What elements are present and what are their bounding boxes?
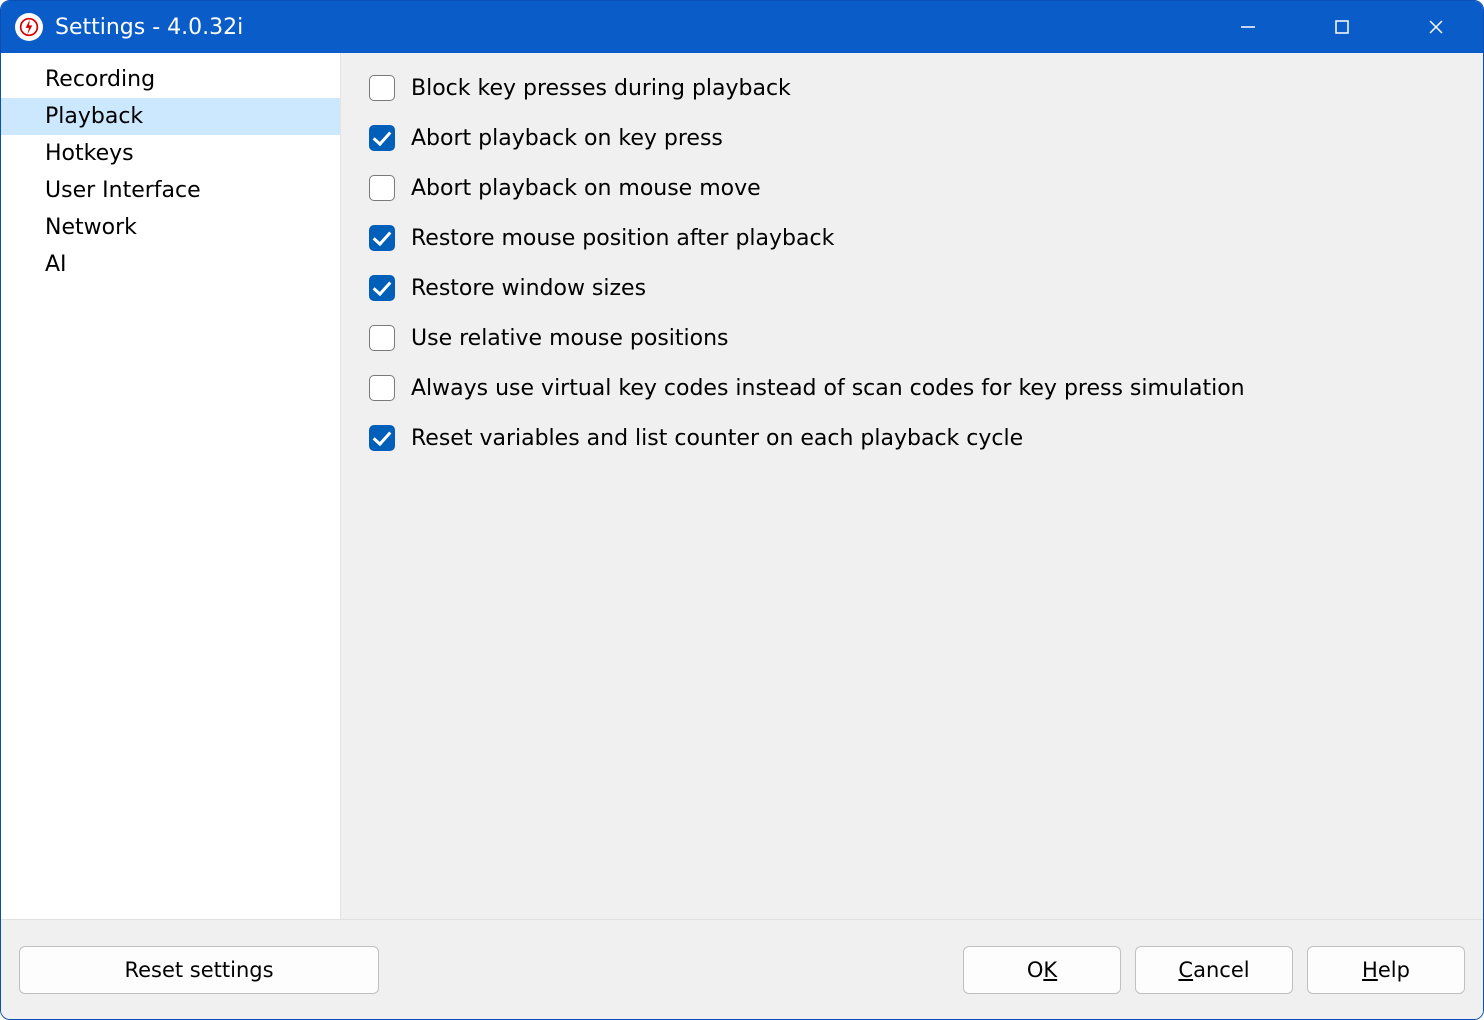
content-panel: Block key presses during playback Abort … [341, 53, 1483, 919]
option-relative-mouse: Use relative mouse positions [369, 325, 1455, 351]
option-label: Abort playback on key press [411, 126, 723, 151]
sidebar-item-hotkeys[interactable]: Hotkeys [1, 135, 340, 172]
option-abort-on-mouse: Abort playback on mouse move [369, 175, 1455, 201]
option-label: Reset variables and list counter on each… [411, 426, 1023, 451]
option-label: Block key presses during playback [411, 76, 791, 101]
sidebar-item-label: Hotkeys [45, 141, 134, 166]
cancel-button[interactable]: Cancel [1135, 946, 1293, 994]
button-label: Help [1362, 958, 1410, 982]
option-label: Restore window sizes [411, 276, 646, 301]
sidebar-item-playback[interactable]: Playback [1, 98, 340, 135]
checkbox-block-key-presses[interactable] [369, 75, 395, 101]
settings-window: Settings - 4.0.32i Recording Playback Ho… [0, 0, 1484, 1020]
checkbox-restore-mouse[interactable] [369, 225, 395, 251]
ok-button[interactable]: OK [963, 946, 1121, 994]
help-button[interactable]: Help [1307, 946, 1465, 994]
option-label: Always use virtual key codes instead of … [411, 376, 1245, 401]
option-label: Restore mouse position after playback [411, 226, 834, 251]
option-virtual-key-codes: Always use virtual key codes instead of … [369, 375, 1455, 401]
sidebar: Recording Playback Hotkeys User Interfac… [1, 53, 341, 919]
checkbox-virtual-key-codes[interactable] [369, 375, 395, 401]
button-label: Cancel [1178, 958, 1249, 982]
sidebar-item-label: Playback [45, 104, 143, 129]
minimize-icon [1239, 18, 1257, 36]
checkbox-restore-window-sizes[interactable] [369, 275, 395, 301]
window-controls [1201, 1, 1483, 53]
close-icon [1427, 18, 1445, 36]
button-label: OK [1027, 958, 1057, 982]
titlebar: Settings - 4.0.32i [1, 1, 1483, 53]
checkbox-reset-variables[interactable] [369, 425, 395, 451]
option-restore-window-sizes: Restore window sizes [369, 275, 1455, 301]
sidebar-item-label: Network [45, 215, 137, 240]
sidebar-item-ai[interactable]: AI [1, 246, 340, 283]
option-block-key-presses: Block key presses during playback [369, 75, 1455, 101]
close-button[interactable] [1389, 1, 1483, 53]
checkbox-relative-mouse[interactable] [369, 325, 395, 351]
sidebar-item-label: AI [45, 252, 67, 277]
sidebar-item-network[interactable]: Network [1, 209, 340, 246]
option-label: Abort playback on mouse move [411, 176, 761, 201]
app-icon [15, 13, 43, 41]
maximize-button[interactable] [1295, 1, 1389, 53]
reset-settings-button[interactable]: Reset settings [19, 946, 379, 994]
sidebar-item-user-interface[interactable]: User Interface [1, 172, 340, 209]
option-label: Use relative mouse positions [411, 326, 729, 351]
option-abort-on-key: Abort playback on key press [369, 125, 1455, 151]
window-title: Settings - 4.0.32i [55, 15, 243, 40]
sidebar-item-label: User Interface [45, 178, 201, 203]
option-reset-variables: Reset variables and list counter on each… [369, 425, 1455, 451]
checkbox-abort-on-mouse[interactable] [369, 175, 395, 201]
option-restore-mouse: Restore mouse position after playback [369, 225, 1455, 251]
button-label: Reset settings [124, 958, 273, 982]
sidebar-item-label: Recording [45, 67, 155, 92]
checkbox-abort-on-key[interactable] [369, 125, 395, 151]
minimize-button[interactable] [1201, 1, 1295, 53]
body: Recording Playback Hotkeys User Interfac… [1, 53, 1483, 919]
footer: Reset settings OK Cancel Help [1, 919, 1483, 1019]
maximize-icon [1333, 18, 1351, 36]
sidebar-item-recording[interactable]: Recording [1, 61, 340, 98]
